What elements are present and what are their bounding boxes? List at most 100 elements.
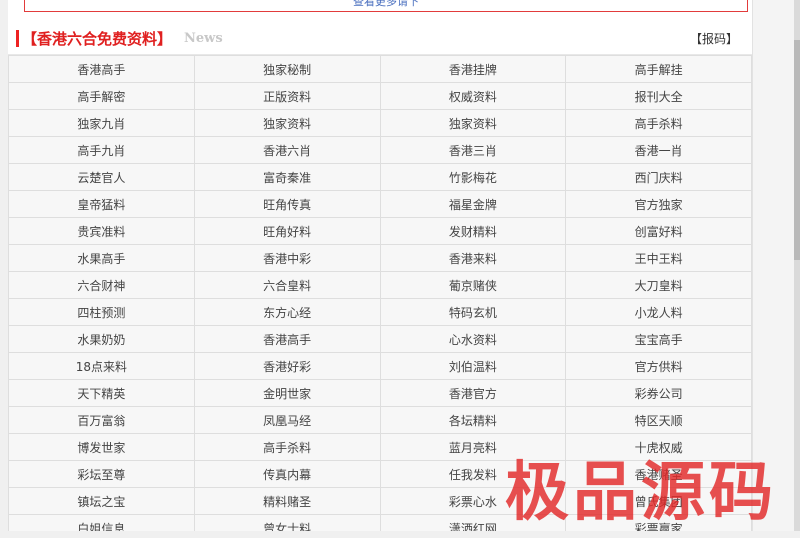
grid-link[interactable]: 百万富翁	[8, 406, 195, 434]
grid-link[interactable]: 香港一肖	[565, 136, 752, 164]
section-title: 【香港六合免费资料】	[22, 30, 173, 48]
grid-link[interactable]: 报刊大全	[565, 82, 752, 110]
grid-link[interactable]: 香港中彩	[193, 244, 381, 272]
grid-row: 天下精英 金明世家 香港官方 彩券公司	[8, 379, 752, 407]
grid-link[interactable]: 六合财神	[8, 271, 195, 299]
grid-row: 水果高手 香港中彩 香港来料 王中王料	[8, 244, 752, 272]
section-news-label: News	[184, 31, 223, 46]
grid-link[interactable]: 传真内幕	[193, 460, 381, 488]
grid-link[interactable]: 高手解密	[8, 82, 195, 110]
section-accent-bar	[16, 30, 19, 47]
grid-row: 六合财神 六合皇料 葡京赌侠 大刀皇料	[8, 271, 752, 299]
top-notice-box[interactable]: 查看更多请下	[24, 0, 748, 12]
grid-link[interactable]: 凤凰马经	[193, 406, 381, 434]
grid-link[interactable]: 独家秘制	[193, 55, 381, 83]
content-panel: 查看更多请下 【香港六合免费资料】 News 【报码】 香港高手 独家秘制 香港挂牌…	[8, 0, 752, 531]
grid-link[interactable]: 水果高手	[8, 244, 195, 272]
grid-link[interactable]: 葡京赌侠	[379, 271, 567, 299]
grid-link[interactable]: 任我发料	[379, 460, 567, 488]
scrollbar-thumb[interactable]	[794, 40, 800, 260]
grid-link[interactable]: 心水资料	[379, 325, 567, 353]
grid-link[interactable]: 大刀皇料	[565, 271, 752, 299]
grid-link[interactable]: 18点来料	[8, 352, 195, 380]
vertical-scrollbar[interactable]	[794, 0, 800, 531]
grid-link[interactable]: 福星金牌	[379, 190, 567, 218]
grid-link[interactable]: 彩票心水	[379, 487, 567, 515]
grid-link[interactable]: 竹影梅花	[379, 163, 567, 191]
grid-link[interactable]: 彩券公司	[565, 379, 752, 407]
grid-link[interactable]: 香港挂牌	[379, 55, 567, 83]
grid-link[interactable]: 香港高手	[8, 55, 195, 83]
grid-link[interactable]: 王中王料	[565, 244, 752, 272]
grid-row: 镇坛之宝 精料赌圣 彩票心水 曾氏集团	[8, 487, 752, 515]
grid-link[interactable]: 官方独家	[565, 190, 752, 218]
grid-row: 高手解密 正版资料 权威资料 报刊大全	[8, 82, 752, 110]
grid-link[interactable]: 彩票赢家	[565, 514, 752, 531]
grid-row: 博发世家 高手杀料 蓝月亮料 十虎权威	[8, 433, 752, 461]
top-notice-text[interactable]: 查看更多请下	[25, 0, 747, 9]
grid-link[interactable]: 官方供料	[565, 352, 752, 380]
grid-link[interactable]: 特码玄机	[379, 298, 567, 326]
grid-link[interactable]: 创富好料	[565, 217, 752, 245]
grid-row: 百万富翁 凤凰马经 各坛精料 特区天顺	[8, 406, 752, 434]
grid-link[interactable]: 彩坛至尊	[8, 460, 195, 488]
grid-link[interactable]: 香港赌圣	[565, 460, 752, 488]
grid-row: 皇帝猛料 旺角传真 福星金牌 官方独家	[8, 190, 752, 218]
grid-link[interactable]: 曾氏集团	[565, 487, 752, 515]
grid-link[interactable]: 香港高手	[193, 325, 381, 353]
grid-link[interactable]: 东方心经	[193, 298, 381, 326]
grid-link[interactable]: 高手杀料	[193, 433, 381, 461]
grid-link[interactable]: 博发世家	[8, 433, 195, 461]
grid-link[interactable]: 香港三肖	[379, 136, 567, 164]
grid-link[interactable]: 金明世家	[193, 379, 381, 407]
grid-link[interactable]: 香港官方	[379, 379, 567, 407]
grid-link[interactable]: 富奇秦准	[193, 163, 381, 191]
grid-link[interactable]: 皇帝猛料	[8, 190, 195, 218]
grid-link[interactable]: 香港好彩	[193, 352, 381, 380]
grid-link[interactable]: 镇坛之宝	[8, 487, 195, 515]
grid-link[interactable]: 白姐信息	[8, 514, 195, 531]
grid-link[interactable]: 正版资料	[193, 82, 381, 110]
grid-link[interactable]: 香港来料	[379, 244, 567, 272]
page-background-strip	[752, 0, 800, 531]
grid-link[interactable]: 贵宾准料	[8, 217, 195, 245]
grid-link[interactable]: 独家资料	[193, 109, 381, 137]
grid-link[interactable]: 精料赌圣	[193, 487, 381, 515]
grid-link[interactable]: 天下精英	[8, 379, 195, 407]
grid-row: 18点来料 香港好彩 刘伯温料 官方供料	[8, 352, 752, 380]
report-link[interactable]: 【报码】	[690, 30, 738, 47]
grid-link[interactable]: 六合皇料	[193, 271, 381, 299]
grid-row: 高手九肖 香港六肖 香港三肖 香港一肖	[8, 136, 752, 164]
section-header: 【香港六合免费资料】 News 【报码】	[8, 22, 752, 55]
grid-link[interactable]: 宝宝高手	[565, 325, 752, 353]
grid-link[interactable]: 云楚官人	[8, 163, 195, 191]
grid-link[interactable]: 十虎权威	[565, 433, 752, 461]
grid-link[interactable]: 旺角传真	[193, 190, 381, 218]
grid-row: 水果奶奶 香港高手 心水资料 宝宝高手	[8, 325, 752, 353]
grid-link[interactable]: 潇洒红网	[379, 514, 567, 531]
grid-link[interactable]: 各坛精料	[379, 406, 567, 434]
grid-link[interactable]: 独家九肖	[8, 109, 195, 137]
grid-row: 香港高手 独家秘制 香港挂牌 高手解挂	[8, 55, 752, 83]
grid-link[interactable]: 发财精料	[379, 217, 567, 245]
grid-link[interactable]: 刘伯温料	[379, 352, 567, 380]
grid-link[interactable]: 高手杀料	[565, 109, 752, 137]
grid-row: 彩坛至尊 传真内幕 任我发料 香港赌圣	[8, 460, 752, 488]
grid-row: 云楚官人 富奇秦准 竹影梅花 西门庆料	[8, 163, 752, 191]
grid-link[interactable]: 水果奶奶	[8, 325, 195, 353]
grid-link[interactable]: 小龙人料	[565, 298, 752, 326]
grid-link[interactable]: 四柱预测	[8, 298, 195, 326]
grid-link[interactable]: 曾女士料	[193, 514, 381, 531]
grid-row: 贵宾准料 旺角好料 发财精料 创富好料	[8, 217, 752, 245]
grid-link[interactable]: 高手解挂	[565, 55, 752, 83]
grid-link[interactable]: 旺角好料	[193, 217, 381, 245]
grid-row: 白姐信息 曾女士料 潇洒红网 彩票赢家	[8, 514, 752, 531]
grid-link[interactable]: 高手九肖	[8, 136, 195, 164]
grid-link[interactable]: 西门庆料	[565, 163, 752, 191]
grid-link[interactable]: 蓝月亮料	[379, 433, 567, 461]
grid-row: 独家九肖 独家资料 独家资料 高手杀料	[8, 109, 752, 137]
grid-link[interactable]: 权威资料	[379, 82, 567, 110]
grid-link[interactable]: 特区天顺	[565, 406, 752, 434]
grid-link[interactable]: 独家资料	[379, 109, 567, 137]
grid-link[interactable]: 香港六肖	[193, 136, 381, 164]
